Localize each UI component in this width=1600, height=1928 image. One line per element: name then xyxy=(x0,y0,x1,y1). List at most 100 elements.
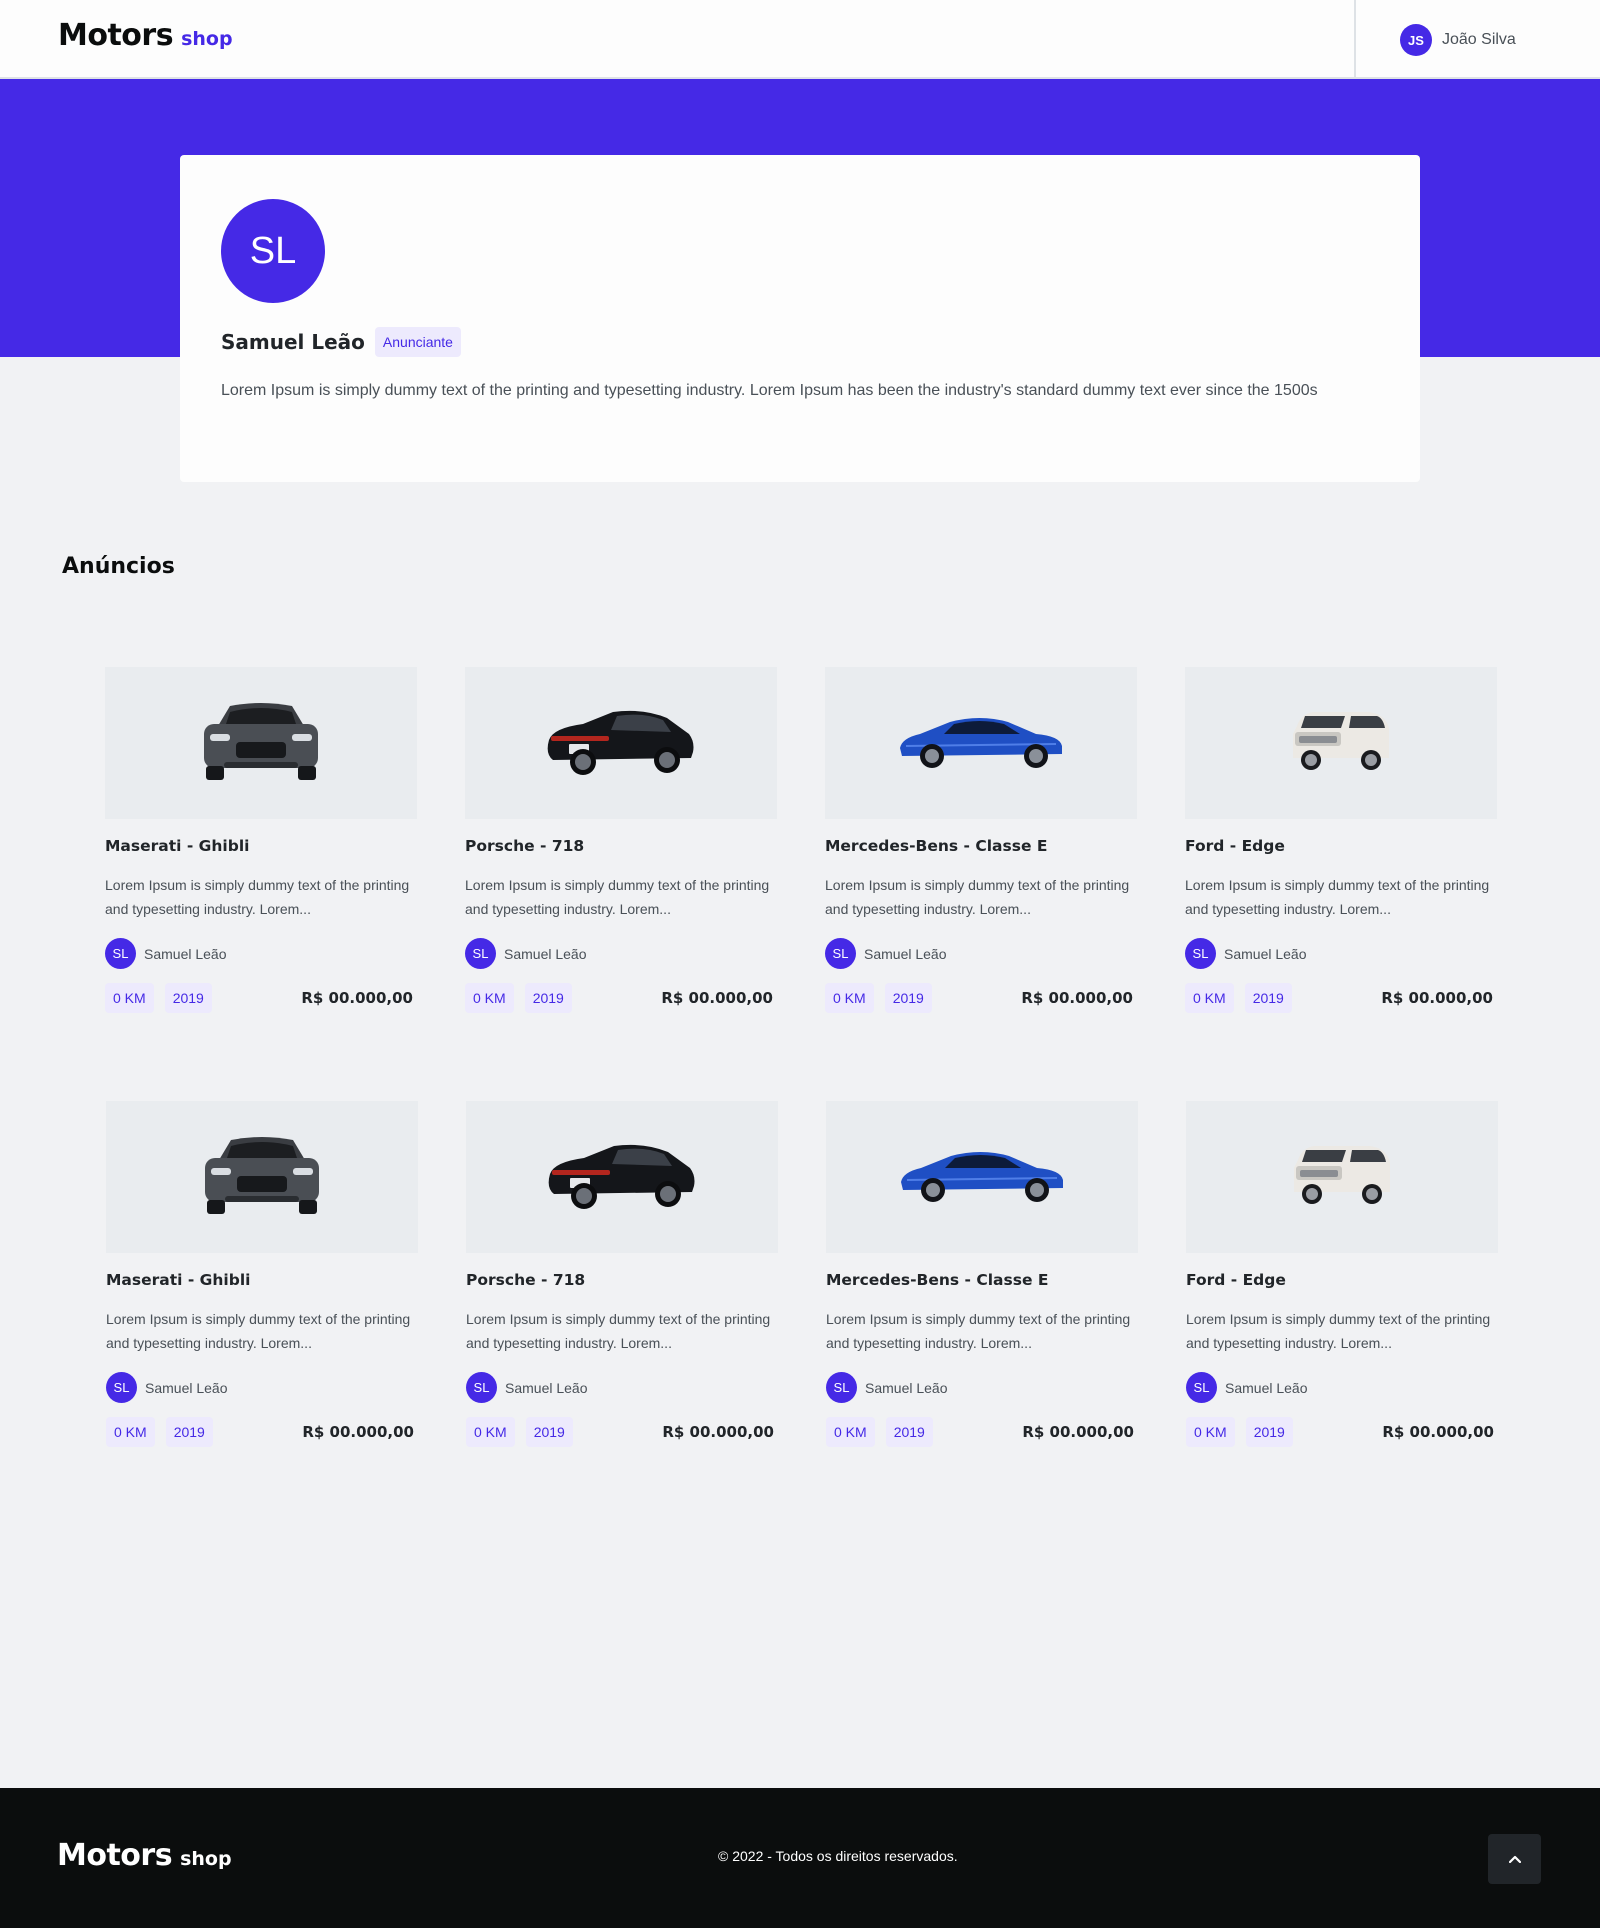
ad-card[interactable]: Mercedes-Bens - Classe E Lorem Ipsum is … xyxy=(825,667,1137,1019)
user-menu[interactable]: JS João Silva xyxy=(1400,24,1516,56)
card-footer: 0 KM 2019 R$ 00.000,00 xyxy=(1185,983,1497,1013)
card-footer: 0 KM 2019 R$ 00.000,00 xyxy=(105,983,417,1013)
card-tags: 0 KM 2019 xyxy=(825,983,932,1013)
year-tag: 2019 xyxy=(884,983,932,1013)
card-footer: 0 KM 2019 R$ 00.000,00 xyxy=(825,983,1137,1013)
footer-logo-sub-text: shop xyxy=(180,1848,232,1870)
role-badge: Anunciante xyxy=(374,327,461,357)
card-description: Lorem Ipsum is simply dummy text of the … xyxy=(825,877,1130,917)
card-title[interactable]: Ford - Edge xyxy=(1186,1271,1498,1289)
car-image[interactable] xyxy=(466,1101,778,1253)
logo[interactable]: Motors shop xyxy=(58,18,233,53)
car-illustration xyxy=(543,706,699,781)
car-image[interactable] xyxy=(1186,1101,1498,1253)
card-tags: 0 KM 2019 xyxy=(105,983,212,1013)
car-image[interactable] xyxy=(465,667,777,819)
car-image[interactable] xyxy=(106,1101,418,1253)
year-tag: 2019 xyxy=(525,1417,573,1447)
km-tag: 0 KM xyxy=(106,1417,155,1447)
logo-main-text: Motors xyxy=(58,18,174,53)
card-owner[interactable]: SL Samuel Leão xyxy=(465,938,777,969)
car-image[interactable] xyxy=(825,667,1137,819)
card-tags: 0 KM 2019 xyxy=(1186,1417,1293,1447)
car-image[interactable] xyxy=(1185,667,1497,819)
card-owner[interactable]: SL Samuel Leão xyxy=(1186,1372,1498,1403)
footer-logo-main-text: Motors xyxy=(57,1838,173,1873)
owner-avatar: SL xyxy=(106,1372,137,1403)
owner-name: Samuel Leão xyxy=(505,1379,588,1396)
card-price: R$ 00.000,00 xyxy=(1382,1423,1494,1441)
owner-name: Samuel Leão xyxy=(145,1379,228,1396)
card-title[interactable]: Porsche - 718 xyxy=(465,837,777,855)
year-tag: 2019 xyxy=(524,983,572,1013)
card-owner[interactable]: SL Samuel Leão xyxy=(466,1372,778,1403)
section-title: Anúncios xyxy=(62,554,175,579)
card-tags: 0 KM 2019 xyxy=(106,1417,213,1447)
ad-card[interactable]: Maserati - Ghibli Lorem Ipsum is simply … xyxy=(105,667,417,1019)
owner-name: Samuel Leão xyxy=(1224,945,1307,962)
card-price: R$ 00.000,00 xyxy=(1381,989,1493,1007)
card-title[interactable]: Ford - Edge xyxy=(1185,837,1497,855)
km-tag: 0 KM xyxy=(825,983,874,1013)
logo-sub-text: shop xyxy=(181,28,233,50)
year-tag: 2019 xyxy=(165,1417,213,1447)
card-title[interactable]: Maserati - Ghibli xyxy=(106,1271,418,1289)
km-tag: 0 KM xyxy=(1185,983,1234,1013)
card-title[interactable]: Porsche - 718 xyxy=(466,1271,778,1289)
profile-avatar: SL xyxy=(221,199,325,303)
card-description: Lorem Ipsum is simply dummy text of the … xyxy=(826,1311,1131,1351)
owner-avatar: SL xyxy=(826,1372,857,1403)
user-avatar: JS xyxy=(1400,24,1432,56)
owner-name: Samuel Leão xyxy=(1225,1379,1308,1396)
card-tags: 0 KM 2019 xyxy=(826,1417,933,1447)
copyright-text: © 2022 - Todos os direitos reservados. xyxy=(718,1848,958,1864)
card-price: R$ 00.000,00 xyxy=(301,989,413,1007)
ad-card[interactable]: Porsche - 718 Lorem Ipsum is simply dumm… xyxy=(465,667,777,1019)
card-description: Lorem Ipsum is simply dummy text of the … xyxy=(105,877,410,917)
header-divider xyxy=(1354,0,1356,79)
scroll-top-button[interactable] xyxy=(1488,1834,1541,1884)
ad-card[interactable]: Maserati - Ghibli Lorem Ipsum is simply … xyxy=(106,1101,418,1453)
owner-avatar: SL xyxy=(1186,1372,1217,1403)
car-illustration xyxy=(197,1132,327,1223)
card-title[interactable]: Maserati - Ghibli xyxy=(105,837,417,855)
card-price: R$ 00.000,00 xyxy=(661,989,773,1007)
owner-avatar: SL xyxy=(1185,938,1216,969)
card-owner[interactable]: SL Samuel Leão xyxy=(1185,938,1497,969)
owner-avatar: SL xyxy=(466,1372,497,1403)
card-tags: 0 KM 2019 xyxy=(465,983,572,1013)
card-owner[interactable]: SL Samuel Leão xyxy=(106,1372,418,1403)
car-illustration xyxy=(544,1140,700,1215)
footer-logo[interactable]: Motors shop xyxy=(57,1838,232,1873)
car-image[interactable] xyxy=(105,667,417,819)
profile-description: Lorem Ipsum is simply dummy text of the … xyxy=(221,382,1318,399)
card-price: R$ 00.000,00 xyxy=(1021,989,1133,1007)
card-owner[interactable]: SL Samuel Leão xyxy=(105,938,417,969)
car-image[interactable] xyxy=(826,1101,1138,1253)
card-title[interactable]: Mercedes-Bens - Classe E xyxy=(825,837,1137,855)
ad-card[interactable]: Ford - Edge Lorem Ipsum is simply dummy … xyxy=(1186,1101,1498,1453)
ad-card[interactable]: Porsche - 718 Lorem Ipsum is simply dumm… xyxy=(466,1101,778,1453)
year-tag: 2019 xyxy=(164,983,212,1013)
card-description: Lorem Ipsum is simply dummy text of the … xyxy=(465,877,770,917)
card-owner[interactable]: SL Samuel Leão xyxy=(826,1372,1138,1403)
km-tag: 0 KM xyxy=(466,1417,515,1447)
card-description: Lorem Ipsum is simply dummy text of the … xyxy=(1185,877,1490,917)
card-footer: 0 KM 2019 R$ 00.000,00 xyxy=(466,1417,778,1447)
ad-card[interactable]: Mercedes-Bens - Classe E Lorem Ipsum is … xyxy=(826,1101,1138,1453)
owner-name: Samuel Leão xyxy=(864,945,947,962)
card-price: R$ 00.000,00 xyxy=(662,1423,774,1441)
card-description: Lorem Ipsum is simply dummy text of the … xyxy=(106,1311,411,1351)
car-illustration xyxy=(1289,708,1393,779)
card-title[interactable]: Mercedes-Bens - Classe E xyxy=(826,1271,1138,1289)
card-price: R$ 00.000,00 xyxy=(1022,1423,1134,1441)
card-tags: 0 KM 2019 xyxy=(466,1417,573,1447)
car-illustration xyxy=(1290,1142,1394,1213)
header: Motors shop JS João Silva xyxy=(0,0,1600,79)
km-tag: 0 KM xyxy=(105,983,154,1013)
car-illustration xyxy=(896,712,1066,775)
ad-card[interactable]: Ford - Edge Lorem Ipsum is simply dummy … xyxy=(1185,667,1497,1019)
profile-name-row: Samuel Leão Anunciante xyxy=(221,327,1379,357)
card-owner[interactable]: SL Samuel Leão xyxy=(825,938,1137,969)
owner-avatar: SL xyxy=(825,938,856,969)
